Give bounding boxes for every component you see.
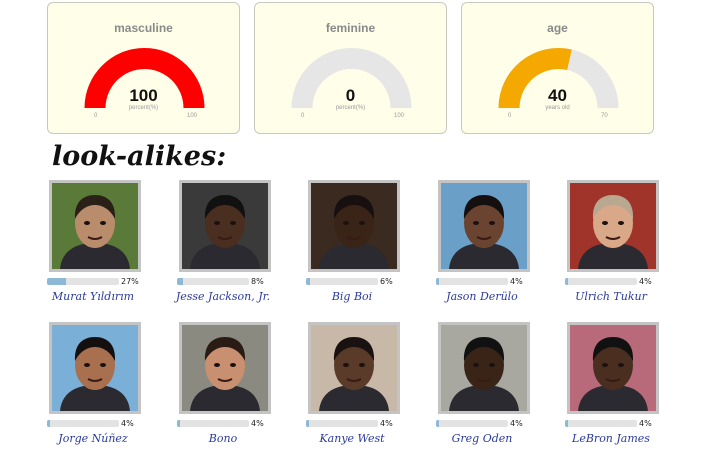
lookalike-name-link[interactable]: Jorge Núñez <box>27 432 159 445</box>
similarity-bar <box>436 278 508 285</box>
similarity-bar <box>47 420 119 427</box>
similarity-percent: 27% <box>121 277 139 286</box>
similarity-bar <box>177 420 249 427</box>
similarity-bar-fill <box>565 278 568 285</box>
lookalike-card[interactable]: 4% Jorge Núñez <box>47 322 159 452</box>
similarity-percent: 8% <box>251 277 264 286</box>
similarity-bar-fill <box>177 278 183 285</box>
look-alikes-heading: look-alikes: <box>52 141 227 172</box>
similarity-percent: 4% <box>251 419 264 428</box>
similarity-bar-fill <box>436 420 439 427</box>
lookalike-photo[interactable] <box>308 322 400 414</box>
gauge-arc <box>84 47 205 108</box>
gauge-value: 100 <box>129 86 158 105</box>
gauge-min: 0 <box>508 113 512 119</box>
masculine-gauge: masculine 100 percent(%) 0 100 <box>47 2 240 134</box>
lookalike-card[interactable]: 4% Jason Derülo <box>436 180 548 310</box>
lookalike-name-link[interactable]: Ulrich Tukur <box>545 290 677 303</box>
similarity-bar <box>177 278 249 285</box>
similarity-bar <box>306 420 378 427</box>
similarity-bar-fill <box>436 278 439 285</box>
gauge-unit: percent(%) <box>128 105 159 111</box>
lookalike-card[interactable]: 4% Bono <box>177 322 289 452</box>
lookalike-photo[interactable] <box>438 180 530 272</box>
lookalike-photo[interactable] <box>438 322 530 414</box>
similarity-bar <box>306 278 378 285</box>
lookalike-card[interactable]: 4% Ulrich Tukur <box>565 180 677 310</box>
lookalike-name-link[interactable]: Kanye West <box>286 432 418 445</box>
similarity-bar-fill <box>47 420 50 427</box>
gauge-value: 40 <box>548 86 567 105</box>
gauge-arc <box>291 48 412 108</box>
gauge-unit: percent(%) <box>335 105 366 111</box>
similarity-bar-fill <box>47 278 67 285</box>
lookalike-name-link[interactable]: Murat Yıldırım <box>27 290 159 303</box>
similarity-bar <box>436 420 508 427</box>
feminine-gauge: feminine 0 percent(%) 0 100 <box>254 2 447 134</box>
similarity-bar-fill <box>177 420 180 427</box>
gauge-max: 100 <box>187 113 198 119</box>
gauge-max: 70 <box>601 113 608 119</box>
gauge-arc <box>498 47 619 108</box>
similarity-bar <box>565 420 637 427</box>
lookalike-photo[interactable] <box>308 180 400 272</box>
similarity-bar <box>565 278 637 285</box>
similarity-percent: 4% <box>510 277 523 286</box>
lookalike-name-link[interactable]: Jason Derülo <box>416 290 548 303</box>
gauge-min: 0 <box>301 113 305 119</box>
similarity-bar-fill <box>306 420 309 427</box>
lookalike-photo[interactable] <box>49 322 141 414</box>
lookalike-photo[interactable] <box>49 180 141 272</box>
lookalike-photo[interactable] <box>567 322 659 414</box>
lookalike-photo[interactable] <box>179 180 271 272</box>
similarity-bar-fill <box>565 420 568 427</box>
similarity-percent: 6% <box>380 277 393 286</box>
lookalike-name-link[interactable]: Bono <box>157 432 289 445</box>
lookalike-card[interactable]: 4% LeBron James <box>565 322 677 452</box>
similarity-percent: 4% <box>121 419 134 428</box>
gauge-min: 0 <box>94 113 98 119</box>
gauge-value: 0 <box>345 86 356 105</box>
gauge-unit: years old <box>545 105 570 111</box>
similarity-percent: 4% <box>510 419 523 428</box>
lookalike-card[interactable]: 6% Big Boi <box>306 180 418 310</box>
lookalike-name-link[interactable]: LeBron James <box>545 432 677 445</box>
similarity-percent: 4% <box>639 277 652 286</box>
lookalike-card[interactable]: 8% Jesse Jackson, Jr. <box>176 180 289 310</box>
lookalike-name-link[interactable]: Big Boi <box>286 290 418 303</box>
lookalike-name-link[interactable]: Jesse Jackson, Jr. <box>157 290 289 303</box>
lookalike-card[interactable]: 4% Kanye West <box>306 322 418 452</box>
lookalike-card[interactable]: 27% Murat Yıldırım <box>47 180 159 310</box>
gauge-max: 100 <box>394 113 405 119</box>
similarity-percent: 4% <box>639 419 652 428</box>
lookalike-photo[interactable] <box>179 322 271 414</box>
lookalike-photo[interactable] <box>567 180 659 272</box>
similarity-bar-fill <box>306 278 311 285</box>
similarity-percent: 4% <box>380 419 393 428</box>
age-gauge: age 40 years old 0 70 <box>461 2 654 134</box>
lookalike-name-link[interactable]: Greg Oden <box>416 432 548 445</box>
lookalike-card[interactable]: 4% Greg Oden <box>436 322 548 452</box>
similarity-bar <box>47 278 119 285</box>
